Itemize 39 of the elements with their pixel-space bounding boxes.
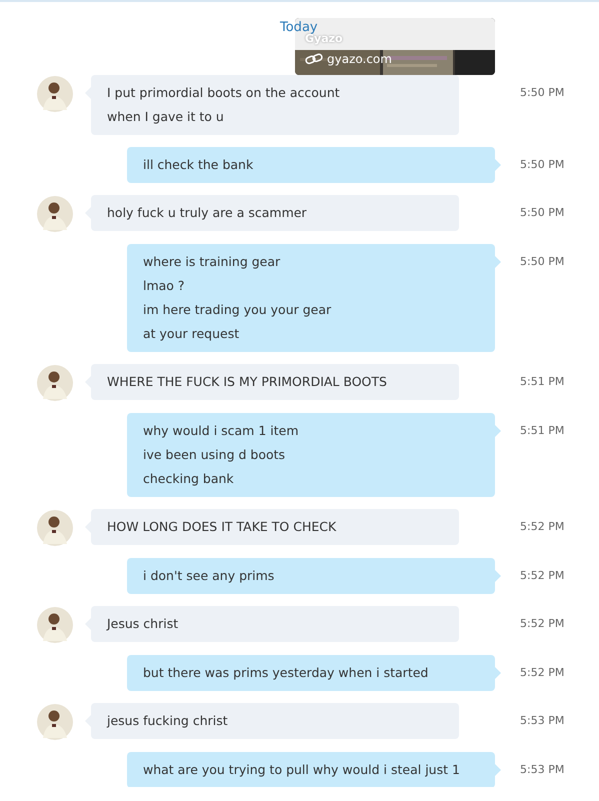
message-text: where is training gear (143, 253, 282, 271)
message-text: Jesus christ (107, 615, 180, 633)
avatar (37, 704, 73, 740)
message-time: 5:53 PM (520, 762, 564, 778)
avatar (37, 607, 73, 643)
message-time: 5:52 PM (520, 665, 564, 681)
avatar (37, 76, 73, 112)
avatar (37, 196, 73, 232)
message-time: 5:52 PM (520, 616, 564, 632)
message-text: at your request (143, 325, 240, 343)
message-text: ive been using d boots (143, 446, 286, 464)
message-text: but there was prims yesterday when i started (143, 664, 430, 682)
message-time: 5:53 PM (520, 713, 564, 729)
message-time: 5:50 PM (520, 205, 564, 221)
message-text: ill check the bank (143, 156, 254, 174)
message-time: 5:50 PM (520, 254, 564, 270)
message-text: im here trading you your gear (143, 301, 332, 319)
message-text: jesus fucking christ (107, 712, 229, 730)
message-text: lmao ? (143, 277, 186, 295)
link-icon (305, 53, 323, 65)
message-text: I put primordial boots on the account (107, 84, 341, 102)
message-time: 5:52 PM (520, 568, 564, 584)
message-text: HOW LONG DOES IT TAKE TO CHECK (107, 518, 338, 536)
message-time: 5:50 PM (520, 157, 564, 173)
avatar (37, 510, 73, 546)
message-text: holy fuck u truly are a scammer (107, 204, 308, 222)
message-text: when I gave it to u (107, 108, 225, 126)
message-text: checking bank (143, 470, 235, 488)
link-domain[interactable]: gyazo.com (327, 52, 392, 66)
message-text: why would i scam 1 item (143, 422, 300, 440)
message-time: 5:52 PM (520, 519, 564, 535)
date-label: Today (280, 20, 318, 35)
message-time: 5:51 PM (520, 374, 564, 390)
message-time: 5:50 PM (520, 85, 564, 101)
message-text: WHERE THE FUCK IS MY PRIMORDIAL BOOTS (107, 373, 388, 391)
message-text: what are you trying to pull why would i steal just 1 (143, 761, 461, 779)
message-time: 5:51 PM (520, 423, 564, 439)
avatar (37, 365, 73, 401)
message-text: i don't see any prims (143, 567, 276, 585)
